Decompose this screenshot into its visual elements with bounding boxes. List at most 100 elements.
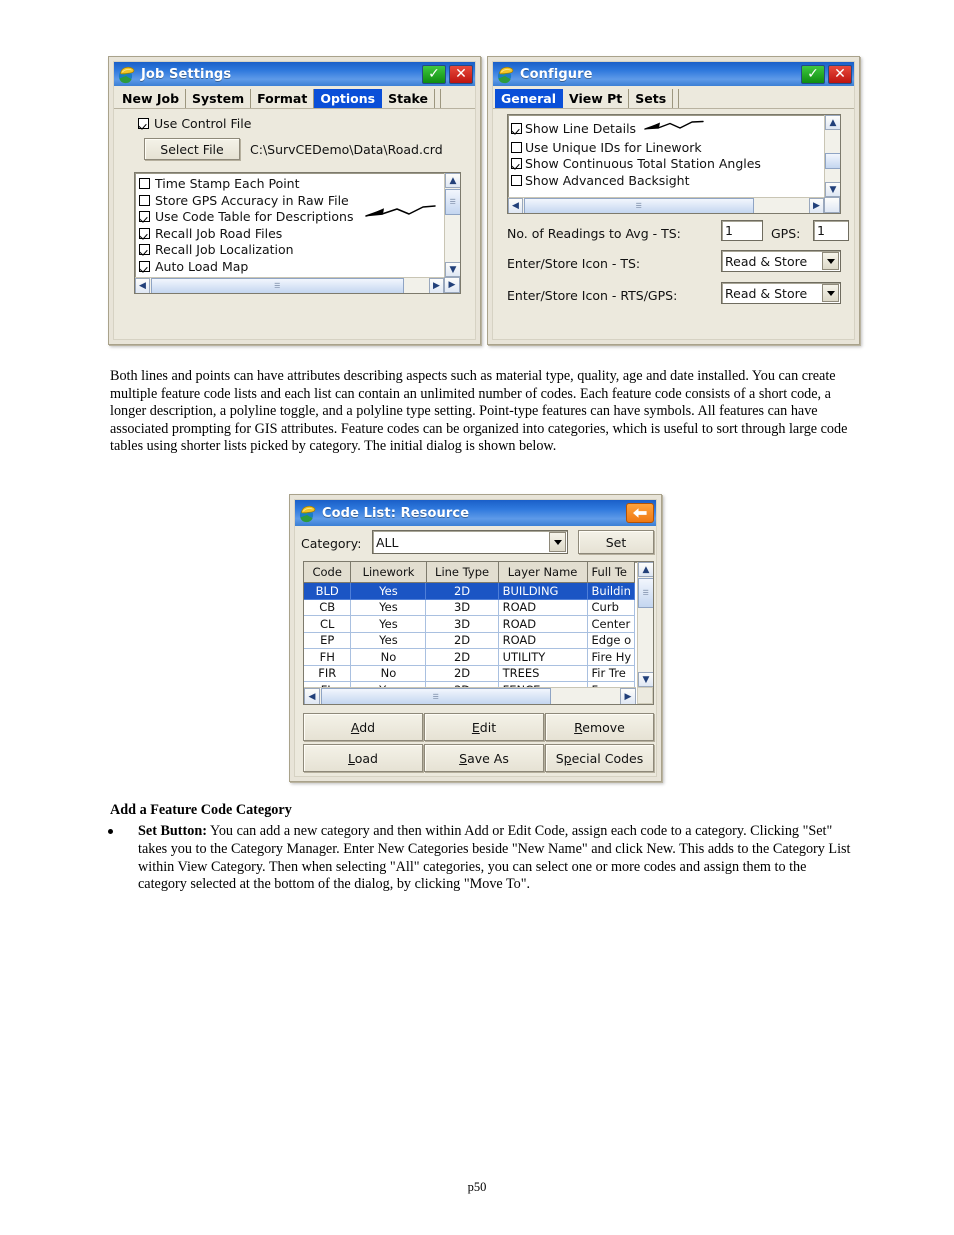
table-row[interactable]: CB Yes 3D ROAD Curb xyxy=(304,599,635,616)
scroll-right-button[interactable]: ▶ xyxy=(429,278,444,293)
code-table-vscrollbar[interactable]: ▲ ☰ ▼ xyxy=(637,562,653,687)
table-row[interactable]: EP Yes 2D ROAD Edge o xyxy=(304,632,635,649)
option-checkbox[interactable] xyxy=(139,260,150,272)
job-options-hscrollbar[interactable]: ◀ ☰ ▶ xyxy=(135,277,444,293)
set-button[interactable]: Set xyxy=(578,530,654,554)
tab-format[interactable]: Format xyxy=(251,89,315,108)
ok-button[interactable]: ✓ xyxy=(422,64,446,84)
vscroll-thumb[interactable]: ☰ xyxy=(638,578,653,608)
enter-store-ts-combo[interactable]: Read & Store xyxy=(721,250,841,272)
option-row[interactable]: Recall Job Localization xyxy=(139,242,442,257)
option-checkbox[interactable] xyxy=(139,227,150,239)
col-header-linework[interactable]: Linework xyxy=(351,562,427,583)
scroll-down-button[interactable]: ▼ xyxy=(825,182,840,197)
configure-options-hscrollbar[interactable]: ◀ ☰ ▶ xyxy=(508,197,824,213)
edit-button[interactable]: Edit xyxy=(424,713,544,741)
bullet-body-text: You can add a new category and then with… xyxy=(138,823,851,893)
load-button[interactable]: Load xyxy=(303,744,423,772)
remove-button[interactable]: Remove xyxy=(545,713,654,741)
col-header-code[interactable]: Code xyxy=(304,562,352,583)
ok-button[interactable]: ✓ xyxy=(801,64,825,84)
cell-linework: Yes xyxy=(351,583,427,600)
select-file-button[interactable]: Select File xyxy=(144,138,240,160)
close-button[interactable]: ✕ xyxy=(828,64,852,84)
enter-store-rtsgps-combo[interactable]: Read & Store xyxy=(721,282,841,304)
configure-options-list: Show Line Details Use Unique IDs for Lin… xyxy=(511,117,822,189)
option-checkbox[interactable] xyxy=(511,122,522,134)
save-as-button[interactable]: Save As xyxy=(424,744,544,772)
back-button[interactable] xyxy=(626,503,654,523)
option-row[interactable]: Show Line Details xyxy=(511,118,822,138)
cell-linework: No xyxy=(351,665,427,682)
job-options-listbox[interactable]: Time Stamp Each Point Store GPS Accuracy… xyxy=(134,172,461,294)
tab-options[interactable]: Options xyxy=(314,89,383,108)
scroll-left-button[interactable]: ◀ xyxy=(135,278,150,293)
job-options-vscrollbar[interactable]: ▲ ☰ ▼ xyxy=(444,173,460,277)
option-checkbox[interactable] xyxy=(511,141,522,153)
readings-gps-input[interactable]: 1 xyxy=(813,220,849,241)
hscroll-thumb[interactable]: ☰ xyxy=(321,688,551,704)
scroll-left-button[interactable]: ◀ xyxy=(508,198,523,213)
scroll-right-button[interactable]: ▶ xyxy=(620,688,636,704)
code-table[interactable]: Code Linework Line Type Layer Name Full … xyxy=(303,561,654,705)
vscroll-thumb[interactable]: ☰ xyxy=(445,189,460,215)
scroll-down-button[interactable]: ▼ xyxy=(445,262,460,277)
col-header-full-text[interactable]: Full Te xyxy=(587,562,635,583)
option-row[interactable]: Show Continuous Total Station Angles xyxy=(511,156,822,171)
code-table-hscrollbar[interactable]: ◀ ☰ ▶ xyxy=(304,687,636,704)
col-header-layer-name[interactable]: Layer Name xyxy=(498,562,588,583)
hscroll-thumb[interactable]: ☰ xyxy=(151,278,404,293)
tab-view-pt[interactable]: View Pt xyxy=(563,89,630,108)
scroll-up-button[interactable]: ▲ xyxy=(638,562,653,577)
option-row[interactable]: Store GPS Accuracy in Raw File xyxy=(139,193,442,208)
option-row[interactable]: Time Stamp Each Point xyxy=(139,176,442,191)
scroll-down-button[interactable]: ▼ xyxy=(638,672,653,687)
option-checkbox[interactable] xyxy=(511,174,522,186)
edit-accel: E xyxy=(471,719,480,735)
col-header-line-type[interactable]: Line Type xyxy=(426,562,499,583)
gps-label: GPS: xyxy=(771,226,801,241)
option-row[interactable]: Use Unique IDs for Linework xyxy=(511,140,822,155)
configure-options-listbox[interactable]: Show Line Details Use Unique IDs for Lin… xyxy=(507,114,841,214)
table-row[interactable]: FH No 2D UTILITY Fire Hy xyxy=(304,649,635,666)
tab-general[interactable]: General xyxy=(495,89,563,108)
close-button[interactable]: ✕ xyxy=(449,64,473,84)
option-checkbox[interactable] xyxy=(139,178,150,189)
scroll-up-button[interactable]: ▲ xyxy=(445,173,460,188)
option-checkbox[interactable] xyxy=(511,158,522,169)
option-label: Recall Job Localization xyxy=(155,242,294,257)
hscroll-extra-right-button[interactable] xyxy=(824,197,840,213)
readings-ts-input[interactable]: 1 xyxy=(721,220,763,241)
category-combo[interactable]: ALL xyxy=(372,530,568,554)
use-control-file-row[interactable]: Use Control File xyxy=(138,116,251,131)
chevron-down-icon[interactable] xyxy=(822,284,839,302)
option-checkbox[interactable] xyxy=(139,194,150,206)
scroll-up-button[interactable]: ▲ xyxy=(825,115,840,130)
hscroll-thumb[interactable]: ☰ xyxy=(524,198,754,213)
add-button[interactable]: Add xyxy=(303,713,423,741)
use-control-file-checkbox[interactable] xyxy=(138,118,149,129)
scroll-left-button[interactable]: ◀ xyxy=(304,688,320,704)
option-checkbox[interactable] xyxy=(139,244,150,255)
tab-stake[interactable]: Stake xyxy=(382,89,435,108)
tab-system[interactable]: System xyxy=(186,89,252,108)
chevron-down-icon[interactable] xyxy=(822,252,839,270)
job-settings-inner: Job Settings ✓ ✕ New Job System Format O… xyxy=(113,61,476,340)
table-row[interactable]: BLD Yes 2D BUILDING Buildin xyxy=(304,583,635,600)
table-row[interactable]: CL Yes 3D ROAD Center xyxy=(304,616,635,633)
table-row[interactable]: FIR No 2D TREES Fir Tre xyxy=(304,665,635,682)
chevron-down-icon[interactable] xyxy=(549,532,566,552)
option-row[interactable]: Show Advanced Backsight xyxy=(511,173,822,188)
cell-linework: Yes xyxy=(351,599,427,616)
scroll-right-button[interactable]: ▶ xyxy=(809,198,824,213)
tab-sets[interactable]: Sets xyxy=(629,89,674,108)
option-checkbox[interactable] xyxy=(139,211,150,222)
vscroll-thumb[interactable] xyxy=(825,153,840,169)
option-row[interactable]: Recall Job Road Files xyxy=(139,226,442,241)
configure-options-vscrollbar[interactable]: ▲ ▼ xyxy=(824,115,840,197)
hscroll-extra-right-button[interactable]: ▶ xyxy=(444,277,460,293)
tab-new-job[interactable]: New Job xyxy=(116,89,187,108)
option-row[interactable]: Use Code Table for Descriptions xyxy=(139,209,442,224)
special-codes-button[interactable]: Special Codes xyxy=(545,744,654,772)
option-row-partial[interactable]: Auto Load Map xyxy=(139,259,442,274)
